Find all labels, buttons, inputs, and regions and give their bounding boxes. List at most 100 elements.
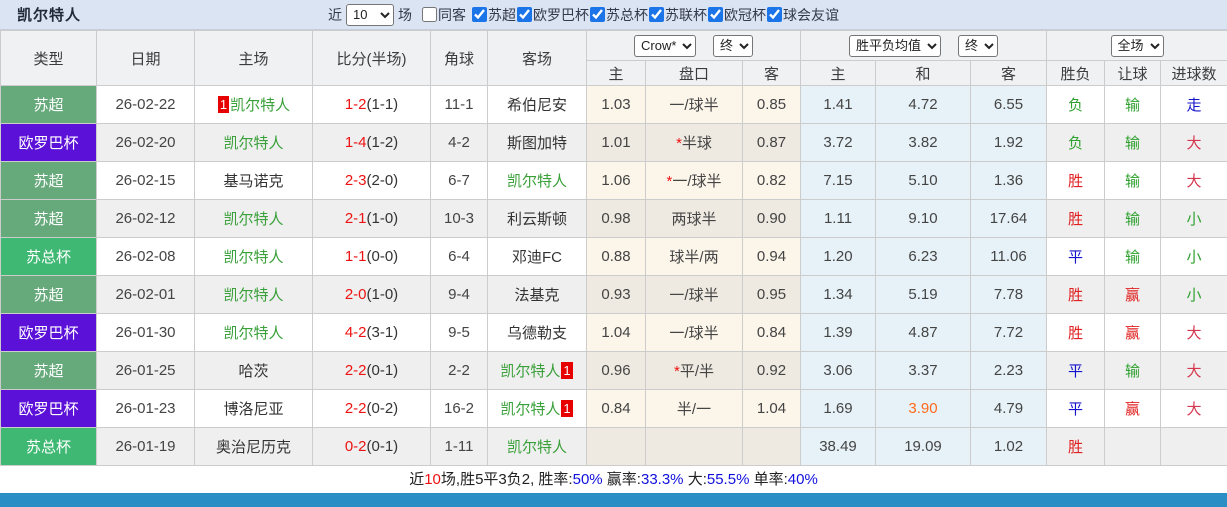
league-filter: 苏联杯	[649, 5, 707, 25]
summary-part: 40%	[787, 471, 818, 488]
home-team-cell: 博洛尼亚	[194, 389, 313, 428]
halftime-score: (0-0)	[366, 248, 399, 265]
avg-home-cell: 1.69	[800, 389, 876, 428]
away-team-cell: 凯尔特人	[487, 427, 587, 466]
column-header-score: 比分(半场)	[312, 30, 431, 86]
halftime-score: (0-2)	[366, 400, 399, 417]
avg-draw-cell: 5.19	[875, 275, 971, 314]
avg-draw-cell: 3.37	[875, 351, 971, 390]
avg-home-cell: 1.20	[800, 237, 876, 276]
avg-away-cell: 6.55	[970, 85, 1047, 124]
home-team-cell: 奥治尼历克	[194, 427, 313, 466]
date-cell: 26-01-19	[96, 427, 195, 466]
fulltime-score: 2-3	[344, 172, 367, 189]
league-cell: 苏超	[0, 275, 97, 314]
odds-stage-select[interactable]: 终	[713, 34, 753, 57]
halftime-score: (1-2)	[366, 134, 399, 151]
summary-part: 50%	[572, 471, 603, 488]
avg-draw-cell: 3.90	[875, 389, 971, 428]
league-filter-checkbox[interactable]	[590, 7, 606, 22]
avg-away-cell: 4.79	[970, 389, 1047, 428]
handicap-result-cell: 赢	[1104, 313, 1161, 352]
handicap-value: 球半/两	[669, 249, 719, 266]
table-row: 苏超 26-02-12 凯尔特人 2-1(1-0) 10-3 利云斯顿 0.98 两球半 0.9…	[0, 199, 1227, 238]
league-filter-label: 苏总杯	[606, 6, 649, 23]
table-row: 苏超 26-02-15 基马诺克 2-3(2-0) 6-7 凯尔特人 1.06 *一/球半 0.…	[0, 161, 1227, 200]
away-team-name: 利云斯顿	[506, 211, 567, 228]
handicap-cell: 半/一	[645, 389, 743, 428]
fulltime-score: 1-4	[344, 134, 367, 151]
summary-part: 近	[409, 471, 425, 488]
away-team-cell: 凯尔特人 1	[487, 389, 587, 428]
handicap-result-cell: 输	[1104, 85, 1161, 124]
table-row: 苏超 26-02-01 凯尔特人 2-0(1-0) 9-4 法基克 0.93 一/球半 0.95…	[0, 275, 1227, 314]
league-filter-checkbox[interactable]	[422, 7, 438, 22]
handicap-cell: 一/球半	[645, 313, 743, 352]
corner-cell: 6-4	[430, 237, 488, 276]
score-cell: 2-1(1-0)	[312, 199, 431, 238]
corner-cell: 9-4	[430, 275, 488, 314]
away-team-cell: 法基克	[487, 275, 587, 314]
league-filter-checkbox[interactable]	[517, 7, 533, 22]
corner-cell: 10-3	[430, 199, 488, 238]
date-cell: 26-01-23	[96, 389, 195, 428]
recent-count-select[interactable]: 10	[346, 3, 395, 26]
scope-select[interactable]: 全场	[1110, 34, 1164, 57]
corner-cell: 1-11	[430, 427, 488, 466]
summary-part: 大:	[683, 471, 707, 488]
home-team-name: 凯尔特人	[223, 249, 284, 266]
league-cell: 欧罗巴杯	[0, 389, 97, 428]
column-header-date: 日期	[96, 30, 195, 86]
table-row: 苏超 26-02-22 1 凯尔特人 1-2(1-1) 11-1 希伯尼安 1.03 一/球半 0…	[0, 85, 1227, 124]
away-team-cell: 凯尔特人 1	[487, 351, 587, 390]
score-cell: 1-4(1-2)	[312, 123, 431, 162]
score-cell: 2-2(0-2)	[312, 389, 431, 428]
league-filter-checkbox[interactable]	[767, 7, 783, 22]
handicap-result-cell: 输	[1104, 199, 1161, 238]
away-odds-cell: 0.90	[742, 199, 801, 238]
table-row: 苏超 26-01-25 哈茨 2-2(0-1) 2-2 凯尔特人 1 0.96 *平/半 0.92…	[0, 351, 1227, 390]
score-cell: 2-0(1-0)	[312, 275, 431, 314]
match-history-panel: 凯尔特人 近 10 场 同客 苏超 欧罗巴杯 苏总杯 苏联杯 欧冠杯 球会友谊 类型 日期 …	[0, 0, 1227, 507]
subheader-avg-away: 客	[970, 60, 1047, 86]
handicap-cell	[645, 427, 743, 466]
subheader-goals-result: 进球数	[1160, 60, 1227, 86]
avg-draw-cell: 4.87	[875, 313, 971, 352]
league-cell: 苏超	[0, 351, 97, 390]
league-cell: 欧罗巴杯	[0, 313, 97, 352]
away-odds-cell: 0.87	[742, 123, 801, 162]
handicap-cell: *一/球半	[645, 161, 743, 200]
red-number-badge: 1	[217, 96, 230, 113]
home-team-name: 凯尔特人	[223, 287, 284, 304]
corner-cell: 4-2	[430, 123, 488, 162]
fulltime-score: 2-1	[344, 210, 367, 227]
home-team-name: 哈茨	[238, 363, 269, 380]
average-stage-select[interactable]: 终	[958, 34, 998, 57]
league-filter-checkbox[interactable]	[649, 7, 665, 22]
goals-result-cell: 小	[1160, 275, 1227, 314]
away-team-cell: 希伯尼安	[487, 85, 587, 124]
home-odds-cell: 1.06	[586, 161, 646, 200]
average-type-select[interactable]: 胜平负均值	[849, 34, 941, 57]
match-history-table: 类型 日期 主场 比分(半场) 角球 客场 Crow* 终 胜平负均值 终 全场…	[0, 30, 1227, 466]
summary-part: 场,胜5平3负2, 胜率:	[440, 471, 573, 488]
league-filter-checkbox[interactable]	[708, 7, 724, 22]
handicap-result-cell	[1104, 427, 1161, 466]
league-filter-checkbox[interactable]	[472, 7, 488, 22]
avg-draw-cell: 9.10	[875, 199, 971, 238]
away-team-name: 斯图加特	[506, 135, 567, 152]
subheader-avg-home: 主	[800, 60, 876, 86]
fulltime-score: 2-2	[344, 362, 367, 379]
home-team-name: 博洛尼亚	[223, 401, 284, 418]
table-row: 苏总杯 26-01-19 奥治尼历克 0-2(0-1) 1-11 凯尔特人 38.49 19.…	[0, 427, 1227, 466]
home-odds-cell: 0.84	[586, 389, 646, 428]
table-row: 欧罗巴杯 26-01-30 凯尔特人 4-2(3-1) 9-5 乌德勒支 1.04 一/球半 0…	[0, 313, 1227, 352]
goals-result-cell: 小	[1160, 237, 1227, 276]
handicap-cell: 两球半	[645, 199, 743, 238]
league-filter: 欧冠杯	[708, 5, 766, 25]
fulltime-score: 4-2	[344, 324, 367, 341]
league-cell: 苏总杯	[0, 237, 97, 276]
result-group-header: 全场	[1046, 30, 1227, 61]
odds-company-select[interactable]: Crow*	[634, 34, 696, 57]
column-header-away: 客场	[487, 30, 587, 86]
